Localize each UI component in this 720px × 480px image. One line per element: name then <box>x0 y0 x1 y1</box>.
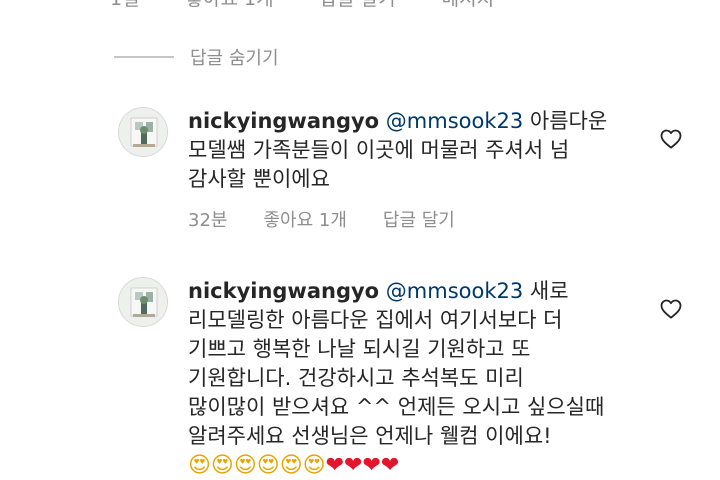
comment-first-line: nickyingwangyo @mmsook23 새로 <box>188 277 638 306</box>
comment-likes-count[interactable]: 좋아요 1개 <box>263 206 346 235</box>
previous-comment-likes[interactable]: 좋아요 1개 <box>186 0 274 11</box>
avatar-image <box>119 278 167 326</box>
avatar[interactable] <box>118 107 168 157</box>
red-heart-emoji: ❤❤❤❤ <box>325 453 400 478</box>
comment-text-line: 아름다운 <box>529 109 608 133</box>
hide-replies-divider <box>114 56 174 58</box>
heart-outline-icon[interactable] <box>658 127 684 151</box>
comment-text-line: 리모델링한 아름다운 집에서 여기서보다 더 <box>188 308 563 332</box>
username-link[interactable]: nickyingwangyo <box>188 109 379 133</box>
comment-text-line: 모델쌤 가족분들이 이곳에 머물러 주셔서 넘 <box>188 138 570 162</box>
heart-outline-icon[interactable] <box>658 297 684 321</box>
comment-text: nickyingwangyo @mmsook23 아름다운 모델쌤 가족분들이 … <box>188 107 638 235</box>
emoji-row: 😍😍😍😍😍😍❤❤❤❤ <box>188 451 638 480</box>
comment-first-line: nickyingwangyo @mmsook23 아름다운 <box>188 107 638 136</box>
hide-replies-label: 답글 숨기기 <box>190 48 279 69</box>
mention-link[interactable]: @mmsook23 <box>386 279 523 303</box>
previous-comment-time: 1일 <box>110 0 140 11</box>
comment-text-line: 기원합니다. 건강하시고 추석복도 미리 <box>188 366 524 390</box>
username-link[interactable]: nickyingwangyo <box>188 279 379 303</box>
comment-text-line: 알려주세요 선생님은 언제나 웰컴 이에요! <box>188 424 552 448</box>
previous-comment-message-button[interactable]: 메시지 <box>442 0 494 11</box>
reply-button[interactable]: 답글 달기 <box>383 206 455 235</box>
comment-text-line: 많이많이 받으셔요 ^^ 언제든 오시고 싶으실때 <box>188 395 605 419</box>
heart-eyes-emoji: 😍😍😍😍😍😍 <box>188 453 326 478</box>
comment-text-line: 새로 <box>529 279 569 303</box>
comment-thread: 1일 좋아요 1개 답글 달기 메시지 답글 숨기기 nickyingwangy… <box>0 0 720 480</box>
avatar-image <box>119 108 167 156</box>
mention-link[interactable]: @mmsook23 <box>386 109 523 133</box>
avatar[interactable] <box>118 277 168 327</box>
comment-time: 32분 <box>188 210 228 231</box>
previous-comment-reply-button[interactable]: 답글 달기 <box>320 0 396 11</box>
comment-text: nickyingwangyo @mmsook23 새로 리모델링한 아름다운 집… <box>188 277 638 480</box>
comment-text-line: 감사할 뿐이에요 <box>188 167 330 191</box>
comment-text-line: 기쁘고 행복한 나날 되시길 기원하고 또 <box>188 337 531 361</box>
hide-replies-toggle[interactable]: 답글 숨기기 <box>114 44 279 70</box>
comment-meta: 32분 좋아요 1개 답글 달기 <box>188 206 638 235</box>
previous-comment-actions: 1일 좋아요 1개 답글 달기 메시지 <box>110 0 494 11</box>
